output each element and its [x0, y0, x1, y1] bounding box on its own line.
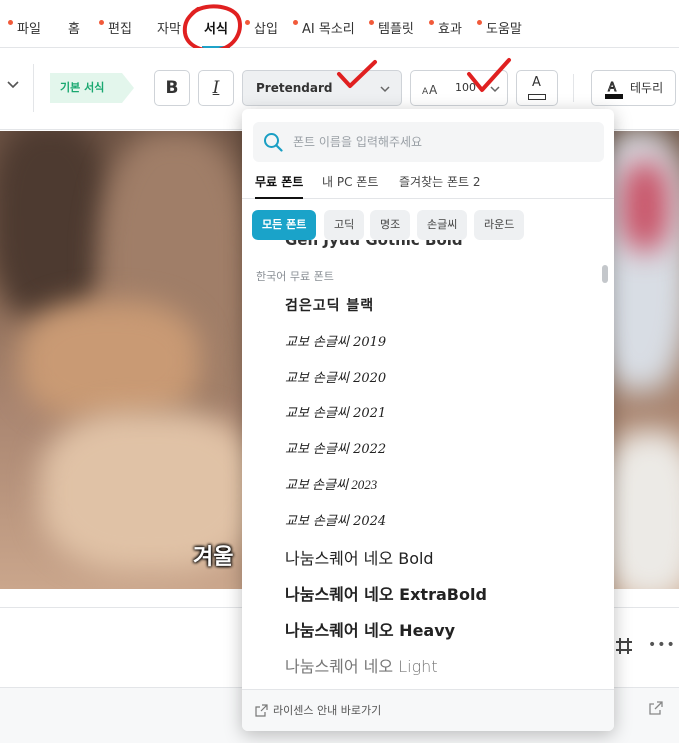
bg-blur — [0, 131, 110, 321]
svg-text:A: A — [608, 80, 617, 94]
section-header: 한국어 무료 폰트 — [256, 270, 334, 283]
text-border-label: 테두리 — [630, 81, 664, 95]
text-color-button[interactable]: A — [516, 70, 558, 106]
annotation-check — [337, 60, 377, 88]
menu-edit[interactable]: 편집 — [99, 0, 132, 48]
menu-help-label: 도움말 — [486, 22, 522, 37]
license-link[interactable]: 라이센스 안내 바로가기 — [273, 690, 381, 731]
license-footer[interactable]: 라이센스 안내 바로가기 — [242, 689, 614, 731]
toolbar-divider — [573, 74, 574, 102]
text-border-button[interactable]: A 테두리 — [591, 70, 676, 106]
annotation-circle — [182, 4, 242, 53]
font-list-item[interactable]: 교보 손글씨 2019 — [285, 331, 386, 350]
menu-subtitle-label: 자막 — [157, 22, 181, 37]
svg-text:A: A — [429, 83, 438, 97]
font-list-item[interactable]: 교보 손글씨 2024 — [285, 510, 386, 529]
chip-handwriting[interactable]: 손글씨 — [417, 210, 468, 240]
menu-file[interactable]: 파일 — [8, 0, 41, 48]
menu-ai-voice[interactable]: AI 목소리 — [293, 0, 355, 48]
font-list-item[interactable]: Gen Jyuu Gothic Bold — [285, 240, 463, 249]
menu-template-label: 템플릿 — [378, 22, 414, 37]
scrollbar-thumb[interactable] — [602, 265, 608, 283]
menu-effect-label: 효과 — [438, 22, 462, 37]
italic-icon: I — [212, 78, 220, 98]
font-list-item[interactable]: 교보 손글씨 2022 — [285, 438, 386, 457]
menu-effect[interactable]: 효과 — [429, 0, 462, 48]
font-family-value: Pretendard — [256, 81, 333, 95]
chip-myeongjo[interactable]: 명조 — [370, 210, 411, 240]
font-search-input[interactable] — [293, 122, 593, 162]
chip-round[interactable]: 라운드 — [474, 210, 525, 240]
search-icon — [264, 133, 283, 152]
external-link-icon[interactable] — [648, 700, 664, 716]
text-size-icon: A A — [422, 83, 438, 97]
style-preset-label: 기본 서식 — [60, 81, 105, 94]
menu-insert-label: 삽입 — [254, 22, 278, 37]
bold-button[interactable]: B — [154, 70, 190, 106]
menu-subtitle[interactable]: 자막 — [157, 0, 181, 48]
color-swatch — [528, 94, 546, 100]
bg-blur — [620, 161, 670, 251]
chevron-down-icon — [380, 86, 390, 93]
menu-help[interactable]: 도움말 — [477, 0, 522, 48]
font-list-item[interactable]: 교보 손글씨 2020 — [285, 367, 386, 386]
chip-all-fonts[interactable]: 모든 폰트 — [252, 210, 317, 240]
font-list-item[interactable]: 교보 손글씨 2023 — [285, 474, 377, 493]
font-tabs: 무료 폰트 내 PC 폰트 즐겨찾는 폰트 2 — [242, 169, 614, 199]
font-list-item[interactable]: 나눔스퀘어 네오 Light — [285, 653, 438, 677]
font-list-item[interactable]: 검은고딕 블랙 — [285, 295, 374, 315]
bg-blur — [20, 301, 200, 421]
subtitle-caption[interactable]: 겨울 — [193, 539, 233, 571]
svg-text:A: A — [422, 87, 429, 97]
menu-template[interactable]: 템플릿 — [369, 0, 414, 48]
tab-favorite-fonts[interactable]: 즐겨찾는 폰트 2 — [399, 169, 481, 195]
chevron-down-icon[interactable] — [6, 78, 20, 92]
toolbar-divider — [33, 64, 34, 112]
menu-edit-label: 편집 — [108, 22, 132, 37]
annotation-check — [467, 58, 511, 92]
tab-my-pc-fonts[interactable]: 내 PC 폰트 — [322, 169, 378, 195]
font-search-box — [253, 122, 604, 162]
menu-insert[interactable]: 삽입 — [245, 0, 278, 48]
font-list: Gen Jyuu Gothic Bold 한국어 무료 폰트 검은고딕 블랙 교… — [242, 240, 614, 689]
chip-gothic[interactable]: 고딕 — [324, 210, 365, 240]
tab-free-fonts[interactable]: 무료 폰트 — [255, 169, 304, 199]
font-list-item[interactable]: 교보 손글씨 2021 — [285, 402, 386, 421]
font-dropdown-panel: 무료 폰트 내 PC 폰트 즐겨찾는 폰트 2 모든 폰트 고딕 명조 손글씨 … — [242, 109, 614, 731]
more-icon[interactable]: ••• — [648, 637, 676, 653]
text-outline-icon: A — [605, 80, 623, 99]
menu-file-label: 파일 — [17, 22, 41, 37]
bold-icon: B — [165, 78, 179, 98]
font-family-select[interactable]: Pretendard — [242, 70, 402, 106]
menu-bar: 파일 홈 편집 자막 서식 삽입 AI 목소리 템플릿 효과 도움말 — [0, 0, 679, 48]
external-link-icon — [255, 704, 268, 717]
font-list-item[interactable]: 나눔스퀘어 네오 Bold — [285, 545, 434, 569]
grid-icon[interactable] — [614, 636, 634, 656]
menu-ai-voice-label: AI 목소리 — [302, 22, 355, 37]
menu-home-label: 홈 — [68, 22, 80, 37]
font-list-item[interactable]: 나눔스퀘어 네오 Heavy — [285, 617, 455, 641]
menu-home[interactable]: 홈 — [68, 0, 80, 48]
style-preset-tag[interactable]: 기본 서식 — [50, 73, 134, 103]
italic-button[interactable]: I — [198, 70, 234, 106]
font-list-item[interactable]: 나눔스퀘어 네오 ExtraBold — [285, 581, 487, 605]
text-color-icon: A — [532, 75, 541, 90]
